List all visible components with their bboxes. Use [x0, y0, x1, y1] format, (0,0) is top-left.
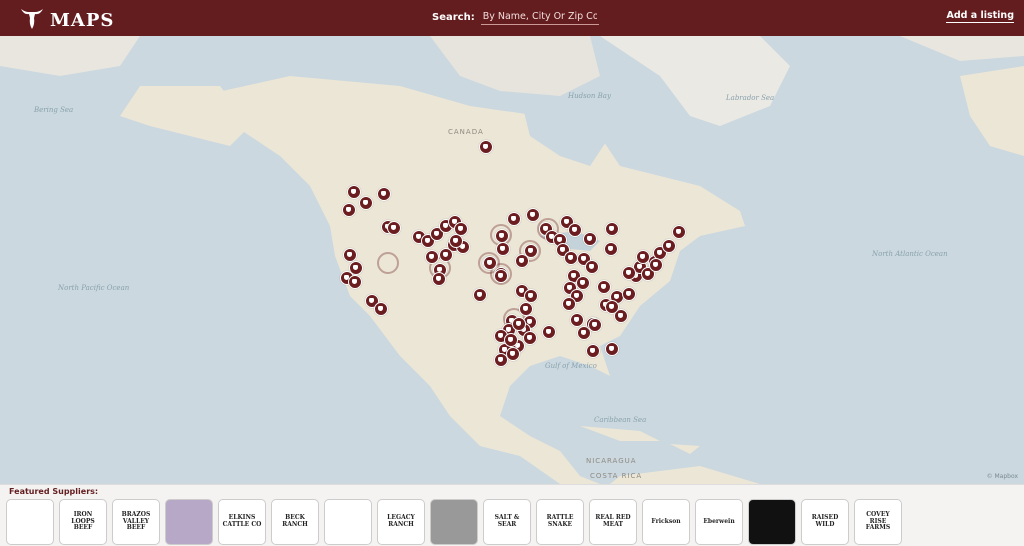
listing-marker[interactable]: [585, 260, 599, 274]
listing-marker[interactable]: [605, 342, 619, 356]
supplier-logo[interactable]: LEGACY RANCH: [377, 499, 425, 545]
map-label-north-pacific: North Pacific Ocean: [58, 284, 130, 292]
listing-marker[interactable]: [425, 250, 439, 264]
listing-marker[interactable]: [597, 280, 611, 294]
logo-text: MAPS: [50, 9, 115, 31]
listing-marker[interactable]: [374, 302, 388, 316]
map-basemap: [0, 36, 1024, 484]
search-bar: Search:: [432, 9, 599, 25]
map-label-caribbean-sea: Caribbean Sea: [594, 416, 647, 424]
listing-marker[interactable]: [524, 244, 538, 258]
listing-marker[interactable]: [507, 212, 521, 226]
listing-marker[interactable]: [588, 318, 602, 332]
listing-marker[interactable]: [605, 222, 619, 236]
map-label-bering-sea: Bering Sea: [34, 106, 74, 114]
listing-marker[interactable]: [506, 347, 520, 361]
supplier-logo[interactable]: [748, 499, 796, 545]
listing-marker[interactable]: [649, 258, 663, 272]
listing-marker[interactable]: [576, 276, 590, 290]
listing-marker[interactable]: [343, 248, 357, 262]
listing-marker[interactable]: [622, 287, 636, 301]
listing-marker[interactable]: [377, 187, 391, 201]
listing-marker[interactable]: [449, 234, 463, 248]
listing-marker[interactable]: [526, 208, 540, 222]
listing-marker[interactable]: [523, 331, 537, 345]
listing-marker[interactable]: [483, 256, 497, 270]
search-input[interactable]: [480, 9, 599, 25]
listing-marker[interactable]: [432, 272, 446, 286]
featured-suppliers-title: Featured Suppliers:: [9, 487, 99, 496]
listing-marker[interactable]: [512, 317, 526, 331]
search-label: Search:: [432, 11, 475, 23]
supplier-logo[interactable]: RAISED WILD: [801, 499, 849, 545]
map-label-north-atlantic: North Atlantic Ocean: [872, 250, 948, 258]
listing-marker[interactable]: [439, 248, 453, 262]
marker-cluster-ring: [377, 252, 399, 274]
supplier-logo[interactable]: IRON LOOPS BEEF: [59, 499, 107, 545]
map-label-hudson-bay: Hudson Bay: [568, 92, 611, 100]
listing-marker[interactable]: [495, 229, 509, 243]
listing-marker[interactable]: [564, 251, 578, 265]
map-label-gulf-of-mexico: Gulf of Mexico: [545, 362, 597, 370]
listing-marker[interactable]: [479, 140, 493, 154]
supplier-logo[interactable]: [324, 499, 372, 545]
top-navigation-bar: MAPS Search: Add a listing: [0, 0, 1024, 36]
supplier-logo[interactable]: ELKINS CATTLE CO: [218, 499, 266, 545]
listing-marker[interactable]: [359, 196, 373, 210]
listing-marker[interactable]: [504, 333, 518, 347]
listing-marker[interactable]: [562, 297, 576, 311]
map-label-costa-rica: COSTA RICA: [590, 472, 643, 480]
listing-marker[interactable]: [662, 239, 676, 253]
map-canvas[interactable]: Bering Sea Hudson Bay Labrador Sea CANAD…: [0, 36, 1024, 484]
supplier-logo[interactable]: REAL RED MEAT: [589, 499, 637, 545]
map-label-nicaragua: NICARAGUA: [586, 457, 637, 465]
listing-marker[interactable]: [542, 325, 556, 339]
map-label-canada: CANADA: [448, 128, 484, 136]
listing-marker[interactable]: [494, 269, 508, 283]
add-listing-link[interactable]: Add a listing: [946, 10, 1014, 23]
supplier-logo[interactable]: BRAZOS VALLEY BEEF: [112, 499, 160, 545]
supplier-logo[interactable]: Frickson: [642, 499, 690, 545]
supplier-logo[interactable]: COVEY RISE FARMS: [854, 499, 902, 545]
supplier-logo[interactable]: SALT & SEAR: [483, 499, 531, 545]
supplier-logo-row: IRON LOOPS BEEF BRAZOS VALLEY BEEF ELKINS …: [6, 499, 902, 545]
listing-marker[interactable]: [570, 313, 584, 327]
logo[interactable]: MAPS: [18, 4, 114, 36]
listing-marker[interactable]: [568, 223, 582, 237]
listing-marker[interactable]: [494, 353, 508, 367]
map-label-labrador-sea: Labrador Sea: [726, 94, 775, 102]
listing-marker[interactable]: [387, 221, 401, 235]
listing-marker[interactable]: [473, 288, 487, 302]
supplier-logo[interactable]: Eberwein: [695, 499, 743, 545]
listing-marker[interactable]: [347, 185, 361, 199]
featured-suppliers-panel: Featured Suppliers: IRON LOOPS BEEF BRAZO…: [0, 484, 1024, 546]
listing-marker[interactable]: [519, 302, 533, 316]
supplier-logo[interactable]: BECK RANCH: [271, 499, 319, 545]
listing-marker[interactable]: [496, 242, 510, 256]
map-attribution[interactable]: © Mapbox: [987, 473, 1018, 480]
listing-marker[interactable]: [636, 250, 650, 264]
listing-marker[interactable]: [672, 225, 686, 239]
listing-marker[interactable]: [583, 232, 597, 246]
listing-marker[interactable]: [348, 275, 362, 289]
listing-marker[interactable]: [342, 203, 356, 217]
supplier-logo[interactable]: [165, 499, 213, 545]
listing-marker[interactable]: [604, 242, 618, 256]
supplier-logo[interactable]: [430, 499, 478, 545]
supplier-logo[interactable]: RATTLE SNAKE: [536, 499, 584, 545]
listing-marker[interactable]: [622, 266, 636, 280]
bull-logo-icon: [18, 4, 46, 36]
supplier-logo[interactable]: [6, 499, 54, 545]
listing-marker[interactable]: [605, 300, 619, 314]
listing-marker[interactable]: [524, 289, 538, 303]
listing-marker[interactable]: [586, 344, 600, 358]
